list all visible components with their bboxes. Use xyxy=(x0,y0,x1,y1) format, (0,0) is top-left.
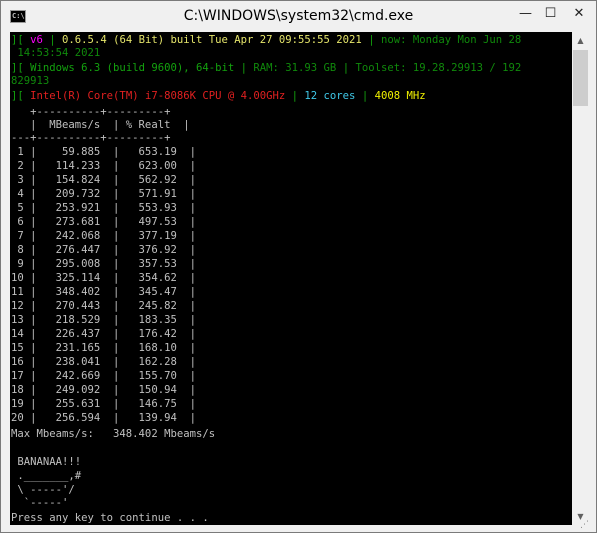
header-line-os: ][ Windows 6.3 (build 9600), 64-bit | RA… xyxy=(11,62,522,74)
table-row: 11 | 348.402 | 345.47 | xyxy=(11,286,196,298)
table-row: 19 | 255.631 | 146.75 | xyxy=(11,398,196,410)
resize-grip-icon[interactable]: ⋰ xyxy=(580,519,592,531)
maximize-icon: ☐ xyxy=(544,5,557,21)
maximize-button[interactable]: ☐ xyxy=(538,2,563,24)
table-row: 12 | 270.443 | 245.82 | xyxy=(11,300,196,312)
console-window: C:\ C:\WINDOWS\system32\cmd.exe — ☐ ✕ ][… xyxy=(0,0,597,533)
header-line-cpu: ][ Intel(R) Core(TM) i7-8086K CPU @ 4.00… xyxy=(11,90,426,102)
table-row: 14 | 226.437 | 176.42 | xyxy=(11,328,196,340)
table-row: 5 | 253.921 | 553.93 | xyxy=(11,202,196,214)
table-row: 3 | 154.824 | 562.92 | xyxy=(11,174,196,186)
table-row: 15 | 231.165 | 168.10 | xyxy=(11,342,196,354)
minimize-button[interactable]: — xyxy=(513,2,538,24)
table-row: 4 | 209.732 | 571.91 | xyxy=(11,188,196,200)
ascii-art-line-1: ._______,# xyxy=(11,470,82,482)
max-mbeams-line: Max Mbeams/s: 348.402 Mbeams/s xyxy=(11,428,216,440)
console-output[interactable]: ][ v6 | 0.6.5.4 (64 Bit) built Tue Apr 2… xyxy=(10,32,572,525)
table-row: 7 | 242.068 | 377.19 | xyxy=(11,230,196,242)
table-row: 9 | 295.008 | 357.53 | xyxy=(11,258,196,270)
table-row: 6 | 273.681 | 497.53 | xyxy=(11,216,196,228)
header-line-toolset: 829913 xyxy=(11,75,50,87)
close-button[interactable]: ✕ xyxy=(563,2,595,24)
header-line-time: 14:53:54 2021 xyxy=(11,47,101,59)
header-line-version: ][ v6 | 0.6.5.4 (64 Bit) built Tue Apr 2… xyxy=(11,34,522,46)
title-bar[interactable]: C:\ C:\WINDOWS\system32\cmd.exe — ☐ ✕ xyxy=(1,1,596,32)
table-row: 1 | 59.885 | 653.19 | xyxy=(11,146,196,158)
scrollbar-thumb[interactable] xyxy=(573,50,588,106)
vertical-scrollbar[interactable]: ▲ ▼ xyxy=(572,32,589,525)
ascii-art-line-3: `-----' xyxy=(11,497,69,509)
banana-line: BANANAA!!! xyxy=(11,456,82,468)
minimize-icon: — xyxy=(519,5,532,21)
ascii-art-line-2: \ -----'/ xyxy=(11,484,75,496)
continue-prompt: Press any key to continue . . . xyxy=(11,512,209,524)
arrow-up-icon: ▲ xyxy=(577,36,584,45)
table-row: 2 | 114.233 | 623.00 | xyxy=(11,160,196,172)
table-header: | MBeams/s | % Realt | xyxy=(11,119,190,131)
table-row: 17 | 242.669 | 155.70 | xyxy=(11,370,196,382)
scroll-up-button[interactable]: ▲ xyxy=(572,32,589,49)
window-title: C:\WINDOWS\system32\cmd.exe xyxy=(183,8,414,24)
close-icon: ✕ xyxy=(573,5,585,21)
table-row: 10 | 325.114 | 354.62 | xyxy=(11,272,196,284)
table-row: 8 | 276.447 | 376.92 | xyxy=(11,244,196,256)
table-row: 13 | 218.529 | 183.35 | xyxy=(11,314,196,326)
table-row: 20 | 256.594 | 139.94 | xyxy=(11,412,196,424)
table-border-mid: ---+----------+---------+ xyxy=(11,132,171,144)
table-border-top: +----------+---------+ xyxy=(11,106,171,118)
table-row: 16 | 238.041 | 162.28 | xyxy=(11,356,196,368)
table-row: 18 | 249.092 | 150.94 | xyxy=(11,384,196,396)
